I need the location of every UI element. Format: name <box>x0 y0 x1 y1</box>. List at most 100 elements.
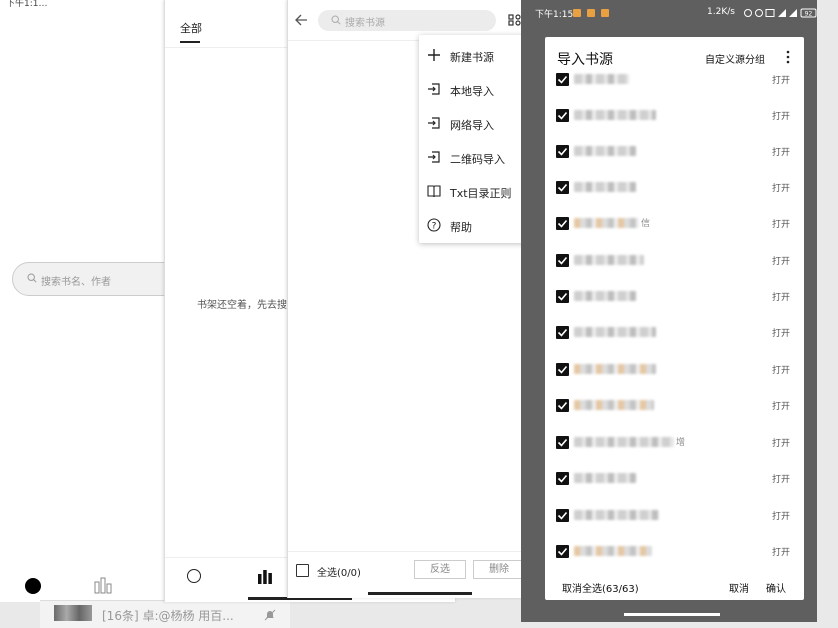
source-row[interactable]: 打开 <box>545 170 804 206</box>
menu-item-qr-import[interactable]: 二维码导入 <box>419 140 528 174</box>
row-checkbox[interactable] <box>556 109 569 122</box>
group-icon[interactable] <box>508 13 522 27</box>
nav-home-icon[interactable] <box>25 578 41 594</box>
phone-4-screen: 下午1:15 1.2K/s 92 导入书源 自定义源分组 打开 打开 打开 打开信打开… <box>521 0 817 622</box>
open-button[interactable]: 打开 <box>772 73 790 86</box>
invert-selection-button[interactable]: 反选 <box>414 560 466 579</box>
status-time: 下午1:15 <box>535 10 574 20</box>
import-icon <box>428 151 440 163</box>
source-name-redacted <box>574 110 656 120</box>
notification-strip[interactable]: [16条] 卓:@杨杨 用百... <box>40 600 290 628</box>
row-checkbox[interactable] <box>556 545 569 558</box>
menu-item-label: Txt目录正则 <box>450 187 512 200</box>
row-checkbox[interactable] <box>556 290 569 303</box>
notification-icons <box>573 9 609 17</box>
open-button[interactable]: 打开 <box>772 109 790 122</box>
import-icon <box>428 117 440 129</box>
thumbnail-image <box>54 605 92 621</box>
source-row[interactable]: 打开 <box>545 461 804 497</box>
divider <box>288 551 528 552</box>
menu-item-local-import[interactable]: 本地导入 <box>419 72 528 106</box>
source-name-redacted <box>574 473 636 483</box>
row-checkbox[interactable] <box>556 436 569 449</box>
menu-item-label: 二维码导入 <box>450 153 505 166</box>
select-all-label[interactable]: 全选(0/0) <box>317 564 361 579</box>
open-button[interactable]: 打开 <box>772 399 790 412</box>
row-checkbox[interactable] <box>556 326 569 339</box>
row-checkbox[interactable] <box>556 145 569 158</box>
row-checkbox[interactable] <box>556 363 569 376</box>
source-row[interactable]: 打开 <box>545 279 804 315</box>
search-input[interactable]: 搜索书名、作者 <box>12 262 182 296</box>
source-row[interactable]: 打开 <box>545 388 804 424</box>
back-arrow-icon[interactable] <box>294 13 308 27</box>
open-button[interactable]: 打开 <box>772 181 790 194</box>
status-bar-text: 下午1:1… <box>6 0 48 8</box>
open-button[interactable]: 打开 <box>772 217 790 230</box>
open-button[interactable]: 打开 <box>772 545 790 558</box>
svg-text:?: ? <box>432 221 437 231</box>
import-icon <box>428 83 440 95</box>
open-button[interactable]: 打开 <box>772 326 790 339</box>
custom-group-button[interactable]: 自定义源分组 <box>705 51 765 66</box>
mute-bell-icon <box>264 609 276 621</box>
row-checkbox[interactable] <box>556 399 569 412</box>
status-bar: 下午1:15 1.2K/s 92 <box>535 6 817 20</box>
source-search-input[interactable]: 搜索书源 <box>318 10 496 31</box>
source-row[interactable]: 打开 <box>545 315 804 351</box>
check-icon <box>557 111 568 120</box>
source-name-redacted <box>574 510 659 520</box>
source-row[interactable]: 打开 <box>545 243 804 279</box>
tab-indicator <box>180 41 200 43</box>
source-name-redacted <box>574 400 654 410</box>
source-row[interactable]: 打开 <box>545 134 804 170</box>
open-button[interactable]: 打开 <box>772 472 790 485</box>
open-button[interactable]: 打开 <box>772 436 790 449</box>
search-icon <box>27 273 37 283</box>
open-button[interactable]: 打开 <box>772 254 790 267</box>
nav-discover-icon[interactable] <box>187 569 201 583</box>
source-row[interactable]: 信 打开 <box>545 206 804 242</box>
tab-all[interactable]: 全部 <box>180 20 202 36</box>
home-indicator <box>368 592 472 595</box>
menu-item-txt-regex[interactable]: Txt目录正则 <box>419 174 528 208</box>
confirm-button[interactable]: 确认 <box>766 580 786 595</box>
open-button[interactable]: 打开 <box>772 290 790 303</box>
source-name-redacted <box>574 364 656 374</box>
deselect-all-button[interactable]: 取消全选(63/63) <box>562 580 639 595</box>
row-checkbox[interactable] <box>556 472 569 485</box>
source-name-redacted <box>574 437 674 447</box>
nav-bookshelf-icon[interactable] <box>257 569 273 584</box>
select-all-checkbox[interactable] <box>296 564 309 577</box>
check-icon <box>557 547 568 556</box>
home-indicator <box>624 613 720 616</box>
source-row[interactable]: 打开 <box>545 534 804 564</box>
row-checkbox[interactable] <box>556 181 569 194</box>
source-row[interactable]: 打开 <box>545 498 804 534</box>
row-checkbox[interactable] <box>556 73 569 86</box>
source-row[interactable]: 打开 <box>545 352 804 388</box>
delete-button[interactable]: 删除 <box>473 560 525 579</box>
menu-item-network-import[interactable]: 网络导入 <box>419 106 528 140</box>
row-checkbox[interactable] <box>556 217 569 230</box>
source-name-redacted <box>574 146 636 156</box>
row-checkbox[interactable] <box>556 509 569 522</box>
row-checkbox[interactable] <box>556 254 569 267</box>
phone-3-screen: 搜索书源 新建书源 本地导入 网络导入 二维码导入 Txt目录正则 ? 帮助 全… <box>287 0 528 598</box>
cancel-button[interactable]: 取消 <box>729 580 749 595</box>
nav-bookshelf-icon[interactable] <box>94 577 112 594</box>
dialog-title: 导入书源 <box>557 52 613 68</box>
check-icon <box>557 438 568 447</box>
check-icon <box>557 256 568 265</box>
menu-item-new-source[interactable]: 新建书源 <box>419 38 528 72</box>
open-button[interactable]: 打开 <box>772 509 790 522</box>
more-vertical-icon[interactable] <box>783 50 793 64</box>
menu-item-help[interactable]: ? 帮助 <box>419 208 528 242</box>
menu-item-label: 网络导入 <box>450 119 494 132</box>
source-row[interactable]: 打开 <box>545 69 804 98</box>
open-button[interactable]: 打开 <box>772 145 790 158</box>
source-row[interactable]: 打开 <box>545 98 804 134</box>
source-name-redacted <box>574 327 656 337</box>
source-row[interactable]: 增 打开 <box>545 425 804 461</box>
open-button[interactable]: 打开 <box>772 363 790 376</box>
